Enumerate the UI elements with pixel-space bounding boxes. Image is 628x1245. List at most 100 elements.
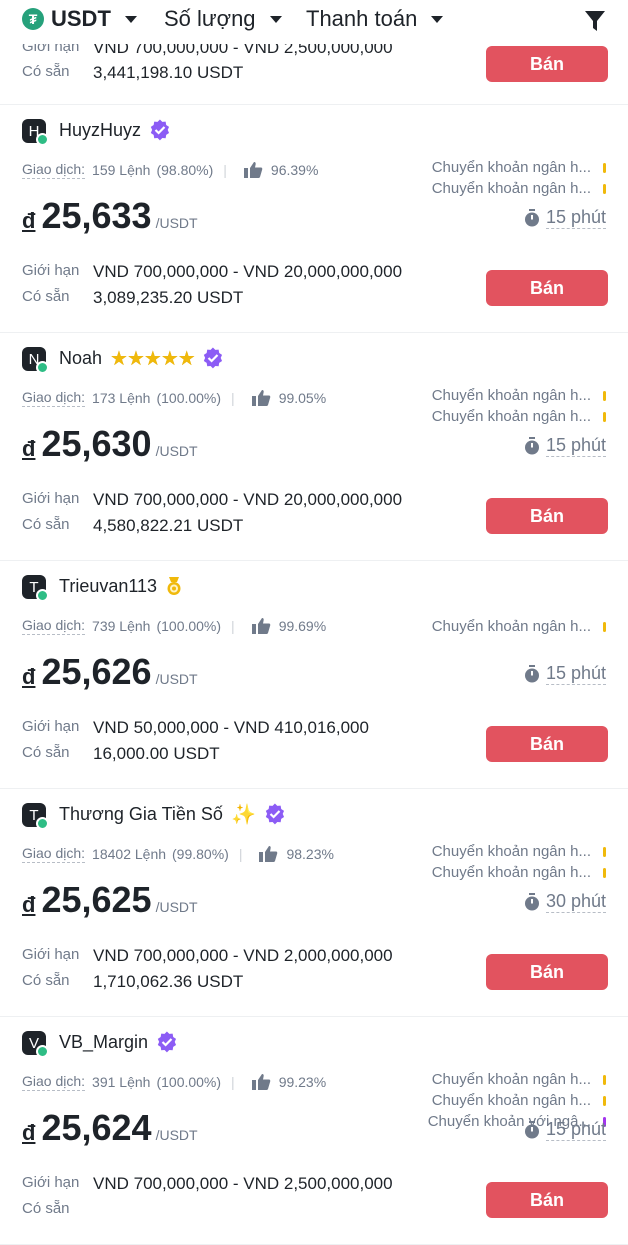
price-value: 25,626: [41, 651, 152, 692]
order-count: 739 Lệnh: [92, 618, 151, 634]
time-limit: 15 phút: [545, 663, 606, 685]
sell-button[interactable]: Bán: [486, 1182, 608, 1218]
coin-selector[interactable]: ₮ USDT: [22, 6, 137, 32]
positive-rating: 99.23%: [278, 1074, 327, 1090]
payment-filter-label: Thanh toán: [306, 6, 418, 31]
currency-symbol: đ: [22, 436, 36, 461]
verified-badge-icon: [157, 1031, 177, 1053]
divider: |: [231, 618, 235, 634]
amount-filter[interactable]: Số lượng: [164, 6, 282, 32]
limit-value: VND 700,000,000 - VND 2,500,000,000: [93, 1174, 393, 1193]
completion-rate: (100.00%): [156, 1074, 222, 1090]
medal-icon: [167, 577, 181, 595]
timer-icon: [524, 437, 539, 455]
verified-badge-icon: [265, 803, 284, 825]
sell-button[interactable]: Bán: [486, 498, 608, 534]
divider: |: [231, 390, 235, 406]
sell-button[interactable]: Bán: [486, 270, 608, 306]
advertiser-name[interactable]: HuyzHuyz: [59, 120, 141, 141]
verified-badge-icon: [203, 347, 222, 369]
timer-icon: [524, 1121, 539, 1139]
available-row: Có sẵn 4,580,822.21 USDT: [22, 516, 243, 536]
price-value: 25,630: [41, 423, 152, 464]
advertiser-name[interactable]: Thương Gia Tiền Số: [59, 804, 223, 825]
limit-row: Giới hạn VND 700,000,000 - VND 20,000,000…: [22, 490, 402, 510]
avatar[interactable]: T: [22, 575, 49, 602]
sparkle-icon: ✨: [230, 803, 256, 826]
available-label: Có sẵn: [22, 744, 70, 761]
price-unit: /USDT: [155, 671, 198, 687]
advertiser-name[interactable]: Noah: [59, 348, 102, 369]
sell-button[interactable]: Bán: [486, 954, 608, 990]
available-label: Có sẵn: [22, 63, 70, 80]
timer-icon: [524, 893, 539, 911]
time-limit: 15 phút: [545, 435, 606, 457]
payment-filter[interactable]: Thanh toán: [306, 6, 444, 32]
currency-symbol: đ: [22, 892, 36, 917]
payment-method-label: Chuyển khoản ngân h...: [431, 618, 591, 635]
time-limit: 15 phút: [545, 207, 606, 229]
thumbs-up-icon: [251, 1074, 270, 1090]
trade-stats: Giao dịch: 18402 Lệnh (99.80%) | 98.23%: [22, 845, 334, 863]
advertiser-name-row: Noah ★★★★★: [59, 345, 224, 371]
available-value: 16,000.00 USDT: [93, 744, 220, 763]
advertiser-name-row: VB_Margin: [59, 1029, 178, 1055]
thumbs-up-icon: [259, 846, 278, 862]
ad-card: H HuyzHuyz Giao dịch: 159 Lệnh (98.80%) | 96.3…: [0, 105, 628, 333]
available-row: Có sẵn 3,441,198.10 USDT: [22, 63, 243, 83]
limit-row: Giới hạn VND 50,000,000 - VND 410,016,000: [22, 718, 369, 738]
payment-methods: Chuyển khoản ngân h... Chuyển khoản ngân …: [432, 385, 606, 427]
advertiser-name[interactable]: VB_Margin: [59, 1032, 148, 1053]
available-row: Có sẵn: [22, 1200, 93, 1217]
online-status-dot: [36, 817, 49, 830]
payment-color-bar: [603, 1074, 606, 1085]
available-label: Có sẵn: [22, 1200, 70, 1217]
divider: |: [223, 162, 227, 178]
trade-label: Giao dịch:: [22, 389, 86, 407]
amount-filter-label: Số lượng: [164, 6, 256, 31]
avatar[interactable]: T: [22, 803, 49, 830]
limit-value: VND 700,000,000 - VND 20,000,000,000: [93, 490, 403, 509]
price-unit: /USDT: [155, 899, 198, 915]
available-value: 3,441,198.10 USDT: [93, 63, 244, 82]
order-count: 173 Lệnh: [92, 390, 151, 406]
payment-time: 30 phút: [524, 891, 606, 913]
advertiser-name[interactable]: Trieuvan113: [59, 576, 157, 597]
payment-method: Chuyển khoản ngân h...: [428, 1069, 606, 1090]
payment-method-label: Chuyển khoản ngân h...: [431, 843, 591, 860]
payment-method-label: Chuyển khoản ngân h...: [431, 864, 591, 881]
trade-label: Giao dịch:: [22, 845, 86, 863]
payment-method-label: Chuyển khoản ngân h...: [431, 387, 591, 404]
avatar[interactable]: N: [22, 347, 49, 374]
price-row: đ 25,633/USDT: [22, 195, 198, 237]
chevron-down-icon: [124, 15, 137, 23]
available-label: Có sẵn: [22, 516, 70, 533]
advertiser-name-row: HuyzHuyz: [59, 117, 171, 143]
currency-symbol: đ: [22, 664, 36, 689]
payment-method: Chuyển khoản ngân h...: [432, 406, 606, 427]
filter-icon[interactable]: [584, 9, 606, 33]
completion-rate: (98.80%): [156, 162, 214, 178]
price-unit: /USDT: [155, 215, 198, 231]
ad-card: N Noah ★★★★★ Giao dịch: 173 Lệnh (100.00%) | 99…: [0, 333, 628, 561]
payment-methods: Chuyển khoản ngân h...: [432, 616, 606, 637]
trade-label: Giao dịch:: [22, 617, 86, 635]
sell-button[interactable]: Bán: [486, 726, 608, 762]
avatar[interactable]: V: [22, 1031, 49, 1058]
payment-method: Chuyển khoản ngân h...: [432, 178, 606, 199]
completion-rate: (100.00%): [156, 618, 222, 634]
payment-color-bar: [603, 621, 606, 632]
divider: |: [231, 1074, 235, 1090]
payment-method: Chuyển khoản ngân h...: [432, 616, 606, 637]
payment-method: Chuyển khoản ngân h...: [428, 1090, 606, 1111]
payment-method: Chuyển khoản ngân h...: [432, 157, 606, 178]
avatar[interactable]: H: [22, 119, 49, 146]
online-status-dot: [36, 133, 49, 146]
price-unit: /USDT: [155, 1127, 198, 1143]
limit-label: Giới hạn: [22, 946, 80, 963]
payment-color-bar: [603, 411, 606, 422]
payment-method: Chuyển khoản ngân h...: [432, 385, 606, 406]
sell-button[interactable]: Bán: [486, 46, 608, 82]
available-value: 4,580,822.21 USDT: [93, 516, 244, 535]
payment-time: 15 phút: [524, 663, 606, 685]
